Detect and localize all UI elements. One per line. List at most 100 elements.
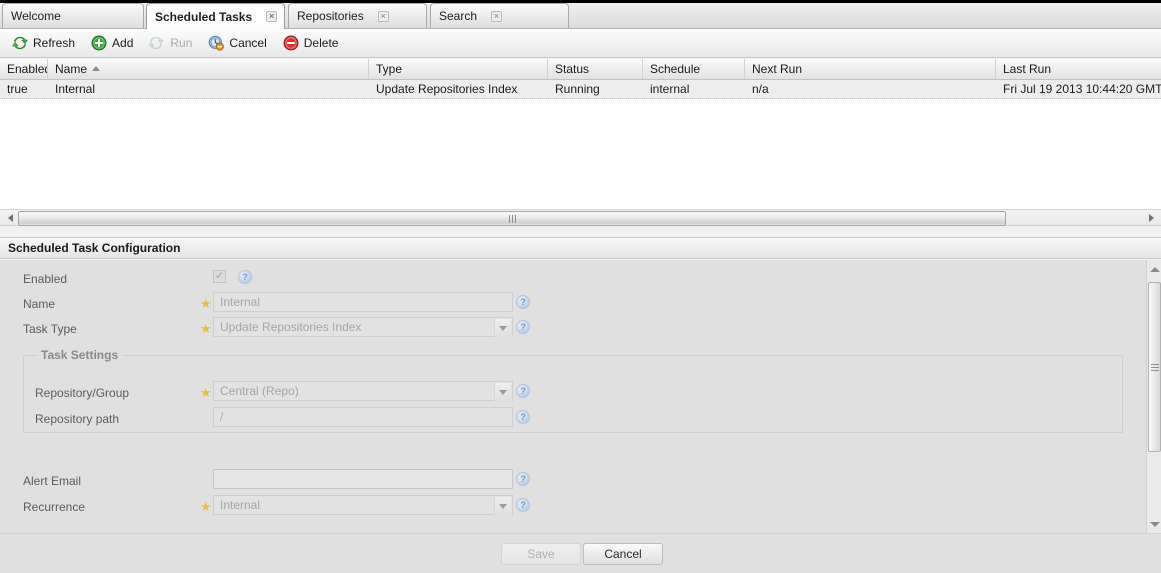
help-icon-repository-path[interactable]: ? xyxy=(516,410,530,424)
column-header-next-run[interactable]: Next Run xyxy=(745,59,996,79)
save-button: Save xyxy=(501,543,581,565)
recurrence-label: Recurrence xyxy=(23,500,85,514)
tab-scheduled-tasks[interactable]: Scheduled Tasks × xyxy=(146,3,285,29)
enabled-label: Enabled xyxy=(23,272,67,286)
form-button-bar: Save Cancel xyxy=(0,533,1161,573)
column-header-type[interactable]: Type xyxy=(369,59,548,79)
refresh-button[interactable]: Refresh xyxy=(8,33,83,54)
name-label: Name xyxy=(23,297,55,311)
task-type-select[interactable]: Update Repositories Index xyxy=(213,317,513,337)
cancel-clock-icon xyxy=(208,35,224,51)
tab-label: Search xyxy=(439,9,477,23)
cancel-button[interactable]: Cancel xyxy=(583,543,663,565)
tab-strip: Welcome Scheduled Tasks × Repositories ×… xyxy=(0,0,1161,29)
required-marker-repository-group: ★ xyxy=(200,386,212,399)
tab-repositories[interactable]: Repositories × xyxy=(288,3,427,28)
column-header-name[interactable]: Name xyxy=(48,59,369,79)
enabled-checkbox[interactable]: ✓ xyxy=(213,270,226,283)
chevron-down-icon[interactable] xyxy=(494,497,511,515)
name-input[interactable]: Internal xyxy=(213,292,513,312)
help-icon-enabled[interactable]: ? xyxy=(238,270,252,284)
required-marker-task-type: ★ xyxy=(200,322,212,335)
refresh-icon xyxy=(12,35,28,51)
horizontal-scrollbar-thumb[interactable] xyxy=(18,211,1006,226)
scroll-right-arrow-icon[interactable] xyxy=(1143,210,1159,226)
help-icon-name[interactable]: ? xyxy=(516,295,530,309)
repository-path-input[interactable]: / xyxy=(213,407,513,427)
tab-welcome[interactable]: Welcome xyxy=(2,3,144,28)
cancel-task-label: Cancel xyxy=(229,36,266,50)
tab-label: Scheduled Tasks xyxy=(155,10,252,24)
field-row-recurrence: Recurrence xyxy=(23,496,85,518)
run-label: Run xyxy=(170,36,192,50)
alert-email-input[interactable] xyxy=(213,469,513,489)
cell-schedule: internal xyxy=(643,80,745,98)
application-window: Welcome Scheduled Tasks × Repositories ×… xyxy=(0,0,1161,573)
field-row-alert-email: Alert Email xyxy=(23,470,81,492)
vertical-scrollbar-thumb[interactable] xyxy=(1148,282,1161,452)
scheduled-task-configuration-form: http://blog.csdn.net/mtkong Enabled ✓ ? … xyxy=(0,260,1146,533)
repository-group-value: Central (Repo) xyxy=(220,384,299,398)
help-icon-alert-email[interactable]: ? xyxy=(516,472,530,486)
cell-name: Internal xyxy=(48,80,369,98)
grid-toolbar: Refresh Add Run xyxy=(0,29,1161,58)
add-icon xyxy=(91,35,107,51)
cell-status: Running xyxy=(548,80,643,98)
help-icon-task-type[interactable]: ? xyxy=(516,320,530,334)
sort-ascending-icon xyxy=(92,66,100,71)
add-button[interactable]: Add xyxy=(87,33,141,54)
run-button: Run xyxy=(145,33,200,54)
panel-title-bar: Scheduled Task Configuration xyxy=(0,237,1161,259)
field-row-task-type: Task Type xyxy=(23,318,77,340)
column-header-last-run[interactable]: Last Run xyxy=(996,59,1161,79)
form-vertical-scrollbar[interactable] xyxy=(1146,260,1161,533)
delete-icon xyxy=(283,35,299,51)
delete-button[interactable]: Delete xyxy=(279,33,347,54)
help-icon-repository-group[interactable]: ? xyxy=(516,384,530,398)
field-row-repository-group: Repository/Group xyxy=(35,382,129,404)
column-label: Name xyxy=(55,62,87,76)
refresh-label: Refresh xyxy=(33,36,75,50)
field-row-enabled: Enabled xyxy=(23,268,67,290)
column-header-status[interactable]: Status xyxy=(548,59,643,79)
recurrence-select[interactable]: Internal xyxy=(213,495,513,515)
tab-search[interactable]: Search × xyxy=(430,3,569,28)
chevron-down-icon[interactable] xyxy=(494,319,511,337)
field-row-repository-path: Repository path xyxy=(35,408,119,430)
scroll-down-arrow-icon[interactable] xyxy=(1147,516,1161,532)
cell-enabled: true xyxy=(0,80,48,98)
tab-close-icon[interactable]: × xyxy=(266,11,277,22)
recurrence-value: Internal xyxy=(220,498,260,512)
repository-group-label: Repository/Group xyxy=(35,386,129,400)
required-marker-name: ★ xyxy=(200,297,212,310)
help-icon-recurrence[interactable]: ? xyxy=(516,498,530,512)
add-label: Add xyxy=(112,36,133,50)
column-label: Last Run xyxy=(1003,62,1051,76)
column-label: Type xyxy=(376,62,402,76)
grid-horizontal-scrollbar[interactable] xyxy=(0,209,1161,226)
cancel-task-button[interactable]: Cancel xyxy=(204,33,274,54)
column-label: Enabled xyxy=(7,62,48,76)
task-settings-legend: Task Settings xyxy=(36,348,123,362)
column-label: Next Run xyxy=(752,62,802,76)
run-icon xyxy=(149,35,165,51)
scroll-left-arrow-icon[interactable] xyxy=(2,210,18,226)
tab-close-icon[interactable]: × xyxy=(378,11,389,22)
field-row-name: Name xyxy=(23,293,55,315)
column-label: Status xyxy=(555,62,589,76)
page-title: Scheduled Task Configuration xyxy=(8,241,180,255)
tab-label: Welcome xyxy=(11,9,61,23)
scroll-up-arrow-icon[interactable] xyxy=(1147,261,1161,277)
table-row[interactable]: true Internal Update Repositories Index … xyxy=(0,80,1161,99)
column-header-enabled[interactable]: Enabled xyxy=(0,59,48,79)
repository-group-select[interactable]: Central (Repo) xyxy=(213,381,513,401)
grid-empty-area xyxy=(0,99,1161,207)
required-marker-recurrence: ★ xyxy=(200,500,212,513)
column-header-schedule[interactable]: Schedule xyxy=(643,59,745,79)
chevron-down-icon[interactable] xyxy=(494,383,511,401)
scheduled-tasks-grid: Enabled Name Type Status Schedule Next R… xyxy=(0,59,1161,209)
alert-email-label: Alert Email xyxy=(23,474,81,488)
cell-last-run: Fri Jul 19 2013 10:44:20 GMT+08 xyxy=(996,80,1161,98)
tab-close-icon[interactable]: × xyxy=(491,11,502,22)
cell-next-run: n/a xyxy=(745,80,996,98)
